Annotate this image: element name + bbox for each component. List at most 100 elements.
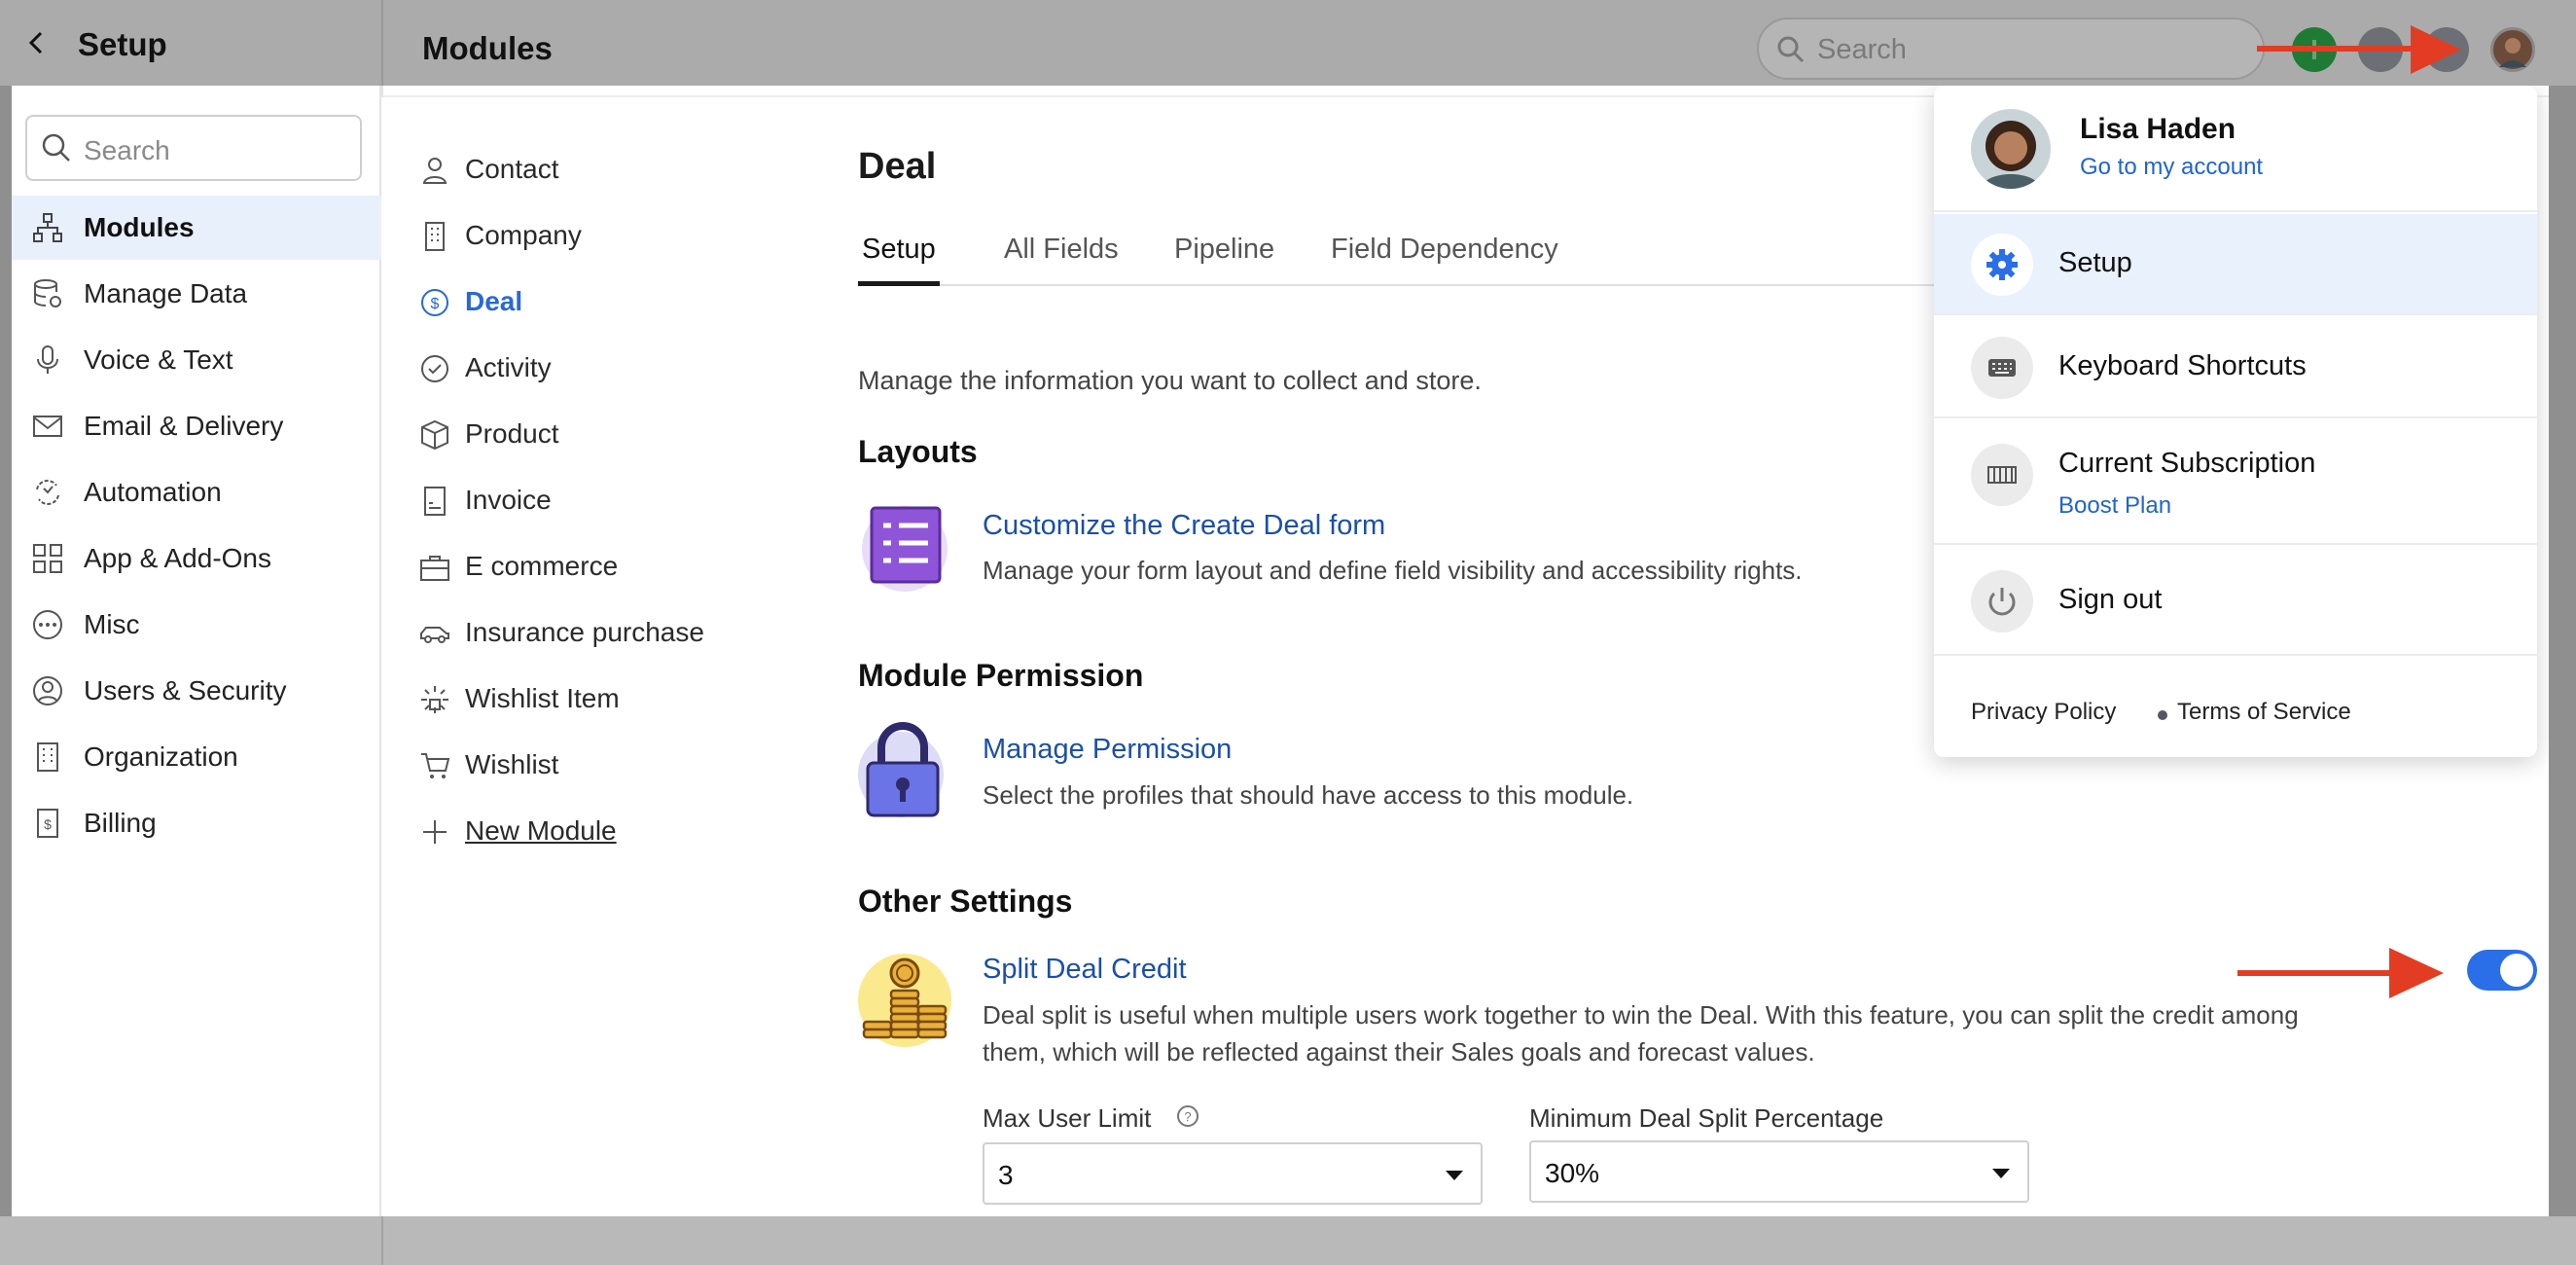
new-module-label: New Module [465, 815, 617, 846]
module-item-company[interactable]: Company [418, 208, 769, 263]
tab-setup[interactable]: Setup [858, 234, 940, 286]
module-item-deal[interactable]: $ Deal [418, 274, 769, 329]
dropdown-subscription-label: Current Subscription [2058, 448, 2316, 479]
sidebar-item-misc[interactable]: Misc [12, 593, 381, 657]
module-item-ecommerce[interactable]: E commerce [418, 539, 769, 594]
module-item-label: Insurance purchase [465, 617, 704, 647]
go-to-account-link[interactable]: Go to my account [2080, 154, 2263, 181]
split-deal-subtext-line1: Deal split is useful when multiple users… [983, 1000, 2299, 1030]
power-icon [1971, 570, 2033, 632]
module-item-label: Activity [465, 352, 552, 382]
sidebar-item-manage-data[interactable]: Manage Data [12, 262, 381, 326]
manage-permission-link[interactable]: Manage Permission [983, 734, 1232, 766]
sitemap-icon [33, 213, 62, 242]
sidebar-search-placeholder: Search [84, 135, 170, 165]
module-item-wishlist[interactable]: Wishlist [418, 738, 769, 792]
sidebar-item-modules[interactable]: Modules [12, 196, 381, 260]
annotation-arrowhead-toggle [2389, 948, 2444, 998]
sidebar-item-label: Voice & Text [84, 344, 233, 375]
separator-dot [2158, 710, 2167, 720]
database-icon [34, 279, 61, 307]
keyboard-icon [1971, 337, 2033, 399]
max-user-limit-select[interactable]: 3 [983, 1142, 1483, 1205]
dropdown-signout-label: Sign out [2058, 584, 2163, 615]
layouts-subtext: Manage your form layout and define field… [983, 556, 1803, 585]
gear-icon [1971, 234, 2033, 296]
sidebar-item-voice-text[interactable]: Voice & Text [12, 328, 381, 392]
dollar-icon: $ [421, 289, 448, 316]
dropdown-item-sign-out[interactable]: Sign out [1934, 547, 2537, 656]
tab-all-fields[interactable]: All Fields [1004, 234, 1119, 286]
module-item-contact[interactable]: Contact [418, 142, 769, 197]
sidebar-search-input[interactable]: Search [25, 115, 362, 181]
dropdown-user-header: Lisa Haden Go to my account [1934, 86, 2537, 212]
max-user-limit-value: 3 [998, 1160, 1014, 1190]
deal-tabs: Setup All Fields Pipeline Field Dependen… [858, 234, 1957, 286]
module-item-label: E commerce [465, 551, 619, 581]
sidebar-item-label: App & Add-Ons [84, 543, 272, 573]
back-arrow-icon[interactable] [23, 29, 51, 56]
subscription-icon [1971, 444, 2033, 506]
privacy-policy-link[interactable]: Privacy Policy [1971, 699, 2116, 726]
sidebar-item-email-delivery[interactable]: Email & Delivery [12, 394, 381, 458]
new-module-link[interactable]: New Module [418, 804, 769, 858]
user-circle-icon [33, 676, 62, 705]
car-icon [420, 627, 449, 643]
terms-of-service-link[interactable]: Terms of Service [2177, 699, 2351, 726]
sidebar-item-label: Manage Data [84, 278, 248, 308]
help-icon[interactable]: ? [1175, 1103, 1200, 1129]
dropdown-item-setup[interactable]: Setup [1934, 214, 2537, 315]
tab-field-dependency[interactable]: Field Dependency [1331, 234, 1558, 286]
module-item-label: Product [465, 418, 559, 449]
module-item-label: Wishlist [465, 749, 559, 779]
dropdown-shortcuts-label: Keyboard Shortcuts [2058, 350, 2307, 381]
sidebar-item-label: Billing [84, 808, 157, 838]
coin-stack-icon [856, 950, 957, 1051]
sidebar-item-app-addons[interactable]: App & Add-Ons [12, 526, 381, 591]
sidebar-item-label: Misc [84, 609, 140, 639]
grid-icon [33, 544, 62, 573]
global-search-placeholder: Search [1817, 34, 1907, 65]
module-item-label: Invoice [465, 485, 552, 515]
boost-plan-link[interactable]: Boost Plan [2058, 492, 2171, 520]
dropdown-setup-label: Setup [2058, 247, 2132, 278]
invoice-icon [424, 487, 446, 516]
layouts-heading: Layouts [858, 434, 978, 469]
module-item-activity[interactable]: Activity [418, 341, 769, 395]
briefcase-icon [420, 556, 449, 581]
bottom-overlay [0, 1216, 2576, 1265]
sidebar-item-automation[interactable]: Automation [12, 460, 381, 524]
dropdown-item-current-subscription[interactable]: Current Subscription Boost Plan [1934, 420, 2537, 545]
permission-subtext: Select the profiles that should have acc… [983, 780, 1634, 810]
tab-pipeline[interactable]: Pipeline [1174, 234, 1274, 286]
setup-sidebar: Search Modules Manage Data Voice & Text … [12, 86, 381, 1216]
dropdown-item-keyboard-shortcuts[interactable]: Keyboard Shortcuts [1934, 317, 2537, 418]
sidebar-item-billing[interactable]: $ Billing [12, 791, 381, 855]
min-deal-split-value: 30% [1545, 1158, 1600, 1188]
sidebar-item-label: Email & Delivery [84, 411, 284, 441]
svg-text:$: $ [431, 296, 440, 312]
box-icon [421, 419, 448, 451]
module-item-product[interactable]: Product [418, 407, 769, 461]
module-item-insurance-purchase[interactable]: Insurance purchase [418, 605, 769, 660]
min-deal-split-select[interactable]: 30% [1529, 1140, 2029, 1203]
toggle-knob [2500, 954, 2533, 987]
person-icon [422, 158, 447, 184]
plus-icon [423, 820, 447, 844]
min-deal-split-label: Minimum Deal Split Percentage [1529, 1103, 1884, 1133]
chevron-down-icon [1992, 1169, 2010, 1178]
sidebar-item-users-security[interactable]: Users & Security [12, 659, 381, 723]
annotation-arrowhead-top [2411, 25, 2461, 74]
sidebar-item-organization[interactable]: Organization [12, 725, 381, 789]
global-search-input[interactable]: Search [1757, 18, 2265, 80]
split-deal-credit-toggle[interactable] [2467, 950, 2537, 991]
module-item-wishlist-item[interactable]: Wishlist Item [418, 671, 769, 726]
page-title: Modules [422, 30, 553, 66]
split-deal-credit-link[interactable]: Split Deal Credit [983, 954, 1187, 986]
customize-create-deal-form-link[interactable]: Customize the Create Deal form [983, 510, 1385, 542]
avatar [1971, 109, 2051, 189]
search-icon [1777, 36, 1805, 63]
sidebar-item-label: Automation [84, 477, 222, 507]
avatar[interactable] [2490, 27, 2535, 72]
module-item-invoice[interactable]: Invoice [418, 473, 769, 527]
